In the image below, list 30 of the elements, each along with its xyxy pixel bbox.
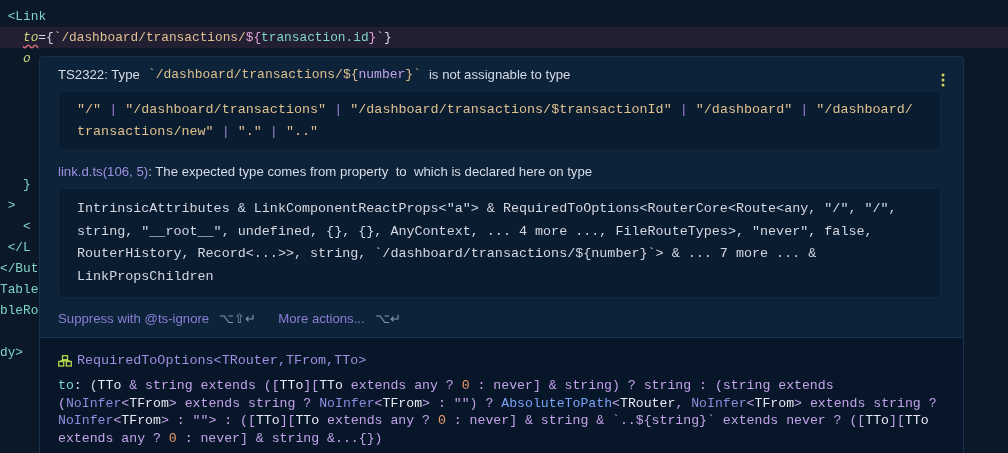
code-token: ${: [245, 29, 262, 47]
error-message: TS2322: Type: [58, 66, 140, 84]
code-token: to: [23, 29, 39, 47]
structure-icon: [58, 355, 72, 367]
code-line: Table: [0, 281, 39, 299]
type-signature: to: (TTo & string extends ([TTo][TTo extends any ? 0 : never] & string) ? string : (string extends (NoInfer<TFrom> extends string ? NoInfer<TFrom> : "") ? AbsoluteToPath<TRouter, NoInfer<TFrom> extends string ? NoInfer<TFrom> : ""> : ([TTo][TTo extends any ? 0 : never] & string & `..${string}` extends never ? ([TTo][TTo extends any ? 0 : never] & string &...{}): [58, 377, 970, 453]
code-line: <: [22, 218, 31, 236]
code-token: `}: [376, 29, 392, 47]
code-line: dy>: [0, 344, 24, 362]
code-line: }: [22, 176, 31, 194]
code-line: bleRo: [0, 302, 39, 320]
code-line: o: [22, 50, 31, 68]
symbol-name: RequiredToOptions<TRouter,TFrom,TTo>: [77, 351, 367, 370]
code-token: ={`: [38, 29, 62, 47]
code-line: </L: [6, 239, 31, 257]
code-token: }: [368, 29, 377, 47]
code-line: </But: [0, 260, 39, 278]
related-info: link.d.ts(106, 5): The expected type comes from property to which is declared here on type: [58, 163, 594, 181]
shortcut-hint: ⌥↵: [374, 311, 401, 327]
action-link[interactable]: Suppress with @ts-ignore: [58, 309, 210, 329]
type-code-block: "/" | "/dashboard/transactions" | "/dashboard/transactions/$transactionId" | "/dashboard" | "/dashboard/ transactions/new" | "." | "..": [58, 91, 941, 151]
action-link[interactable]: More actions...: [278, 309, 365, 329]
code-line: <Link: [6, 8, 47, 26]
code-line: >: [6, 197, 16, 215]
code-token: transaction.id: [261, 29, 369, 47]
shortcut-hint: ⌥⇧↵: [219, 311, 257, 327]
type-code-block: IntrinsicAttributes & LinkComponentReactProps<"a"> & RequiredToOptions<RouterCore<Route<any, "/", "/", string, "__root__", undefined, {}, {}, AnyContext, ... 4 more ..., FileRouteTypes>, "never", false, RouterHistory, Record<...>>, string, `/dashboard/transactions/${number}`> & ... 7 more ... & LinkPropsChildren: [58, 188, 941, 298]
error-message: is not assignable to type: [428, 66, 571, 84]
code-token: /dashboard/transactions/: [61, 29, 246, 47]
inline-code: `/dashboard/transactions/${number}`: [147, 66, 421, 84]
